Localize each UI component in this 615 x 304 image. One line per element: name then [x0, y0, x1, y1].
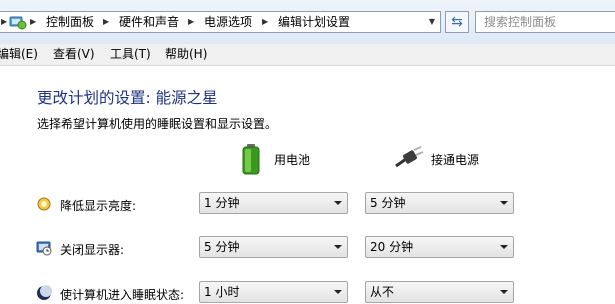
chevron-right-icon[interactable]: ▶: [262, 12, 268, 32]
turn-off-display-battery-value: 5 分钟: [204, 240, 240, 254]
chevron-right-icon[interactable]: ▶: [188, 12, 194, 32]
menu-view[interactable]: 查看(V): [53, 44, 95, 65]
chevron-down-icon: [334, 245, 342, 249]
menu-bar: 编辑(E) 查看(V) 工具(T) 帮助(H): [0, 44, 615, 66]
menu-help[interactable]: 帮助(H): [165, 44, 207, 65]
turn-off-display-label: 关闭显示器:: [60, 243, 125, 257]
menu-tools[interactable]: 工具(T): [110, 44, 151, 65]
dim-display-battery-value: 1 分钟: [204, 196, 240, 210]
chevron-right-icon: ▶: [1, 17, 8, 26]
breadcrumb-hardware-sound[interactable]: 硬件和声音: [119, 12, 179, 32]
turn-off-display-plugged-select[interactable]: 20 分钟: [365, 236, 514, 258]
column-battery: 用电池: [274, 153, 311, 167]
sleep-label: 使计算机进入睡眠状态:: [60, 288, 185, 302]
sleep-battery-value: 1 小时: [204, 285, 240, 299]
search-placeholder: 搜索控制面板: [484, 15, 557, 29]
sleep-plugged-value: 从不: [370, 285, 395, 299]
breadcrumb-edit-plan[interactable]: 编辑计划设置: [278, 12, 350, 32]
dim-display-label: 降低显示亮度:: [60, 199, 137, 213]
power-plug-icon: [395, 146, 424, 168]
brightness-icon: [37, 197, 51, 211]
page-subtitle: 选择希望计算机使用的睡眠设置和显示设置。: [37, 117, 278, 131]
column-plugged-in: 接通电源: [431, 153, 480, 167]
chevron-down-icon: [334, 201, 342, 205]
dim-display-plugged-value: 5 分钟: [370, 196, 406, 210]
breadcrumb-power-options[interactable]: 电源选项: [204, 12, 252, 32]
moon-sleep-icon: [37, 285, 52, 300]
sleep-plugged-select[interactable]: 从不: [365, 281, 514, 303]
turn-off-display-plugged-value: 20 分钟: [370, 240, 414, 254]
chevron-down-icon[interactable]: ▼: [424, 12, 440, 32]
refresh-icon: ⇆: [451, 14, 463, 30]
turn-off-display-battery-select[interactable]: 5 分钟: [199, 236, 348, 258]
chevron-down-icon: [500, 201, 508, 205]
refresh-button[interactable]: ⇆: [445, 11, 469, 33]
chevron-right-icon[interactable]: ▶: [103, 12, 109, 32]
address-bar[interactable]: ▶ ▶ 控制面板 ▶ 硬件和声音 ▶ 电源选项 ▶ 编辑计划设置 ▼: [0, 11, 441, 33]
chevron-right-icon[interactable]: ▶: [30, 12, 36, 32]
navigation-bar: ▶ ▶ 控制面板 ▶ 硬件和声音 ▶ 电源选项 ▶ 编辑计划设置 ▼ ⇆ 搜索控…: [0, 0, 615, 44]
dim-display-battery-select[interactable]: 1 分钟: [199, 192, 348, 214]
chevron-down-icon: [500, 245, 508, 249]
battery-icon: [242, 144, 260, 175]
menu-edit[interactable]: 编辑(E): [0, 44, 38, 65]
control-panel-icon: [9, 16, 27, 30]
search-input[interactable]: 搜索控制面板: [475, 11, 615, 33]
monitor-clock-icon: [36, 241, 52, 256]
chevron-down-icon: [334, 290, 342, 294]
chevron-down-icon: [500, 290, 508, 294]
page-title: 更改计划的设置: 能源之星: [37, 89, 218, 107]
sleep-battery-select[interactable]: 1 小时: [199, 281, 348, 303]
dim-display-plugged-select[interactable]: 5 分钟: [365, 192, 514, 214]
breadcrumb-control-panel[interactable]: 控制面板: [46, 12, 94, 32]
